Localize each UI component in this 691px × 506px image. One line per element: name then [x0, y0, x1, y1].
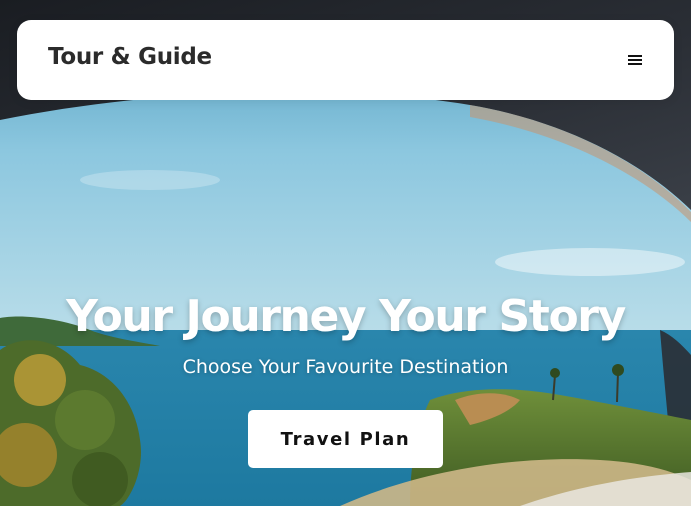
hero-title: Your Journey Your Story — [66, 291, 626, 342]
navbar: Tour & Guide — [17, 20, 674, 100]
travel-plan-button[interactable]: Travel Plan — [248, 410, 443, 468]
hero-section: Tour & Guide Your Journey Your Story Cho… — [0, 0, 691, 506]
brand-logo[interactable]: Tour & Guide — [48, 44, 212, 70]
hamburger-menu-icon[interactable] — [617, 50, 653, 70]
hero-content: Your Journey Your Story Choose Your Favo… — [0, 286, 691, 379]
hero-subtitle: Choose Your Favourite Destination — [182, 356, 509, 378]
